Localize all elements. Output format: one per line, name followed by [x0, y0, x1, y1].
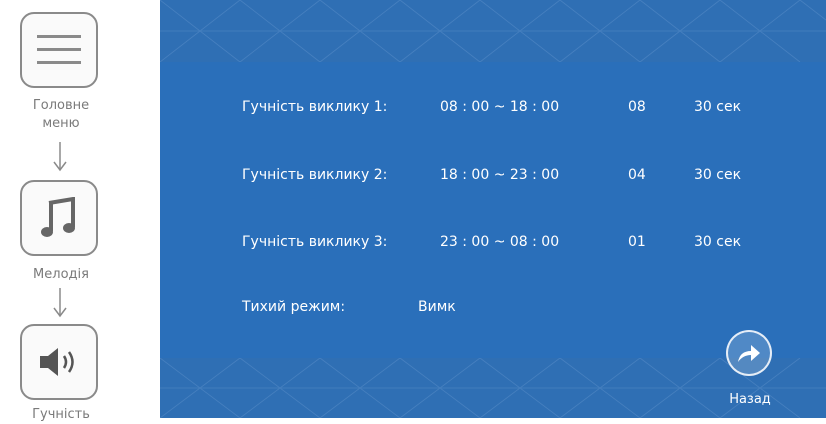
main-menu-label: Головне меню: [32, 98, 90, 131]
row-label: Гучність виклику 3:: [242, 234, 388, 250]
left-navigation: Головне меню Мелодія Гучність: [0, 0, 122, 424]
volume-button[interactable]: [20, 324, 98, 400]
volume-label: Гучність: [32, 407, 90, 422]
time-range[interactable]: 08 : 00 ~ 18 : 00: [440, 96, 559, 118]
ring-duration[interactable]: 30 сек: [694, 96, 741, 118]
forward-arrow-icon: [738, 345, 760, 362]
melody-button[interactable]: [20, 180, 98, 256]
volume-level[interactable]: 04: [628, 164, 646, 186]
speaker-icon: [40, 348, 74, 376]
music-note-icon: [41, 197, 75, 237]
down-arrow-icon: [53, 142, 67, 172]
silent-mode-label: Тихий режим:: [242, 299, 346, 315]
row-label: Гучність виклику 1:: [242, 99, 388, 115]
back-button[interactable]: [726, 330, 772, 376]
back-label: Назад: [729, 392, 771, 407]
melody-label: Мелодія: [33, 267, 89, 282]
time-range[interactable]: 23 : 00 ~ 08 : 00: [440, 231, 559, 253]
volume-level[interactable]: 01: [628, 231, 646, 253]
time-range[interactable]: 18 : 00 ~ 23 : 00: [440, 164, 559, 186]
main-menu-button[interactable]: [20, 12, 98, 88]
row-label: Гучність виклику 2:: [242, 167, 388, 183]
ring-duration[interactable]: 30 сек: [694, 164, 741, 186]
ring-duration[interactable]: 30 сек: [694, 231, 741, 253]
menu-icon: [37, 35, 81, 64]
volume-level[interactable]: 08: [628, 96, 646, 118]
settings-screen: Гучність виклику 1: 08 : 00 ~ 18 : 00 08…: [160, 0, 826, 418]
silent-mode-value[interactable]: Вимк: [418, 296, 456, 318]
down-arrow-icon: [53, 288, 67, 318]
